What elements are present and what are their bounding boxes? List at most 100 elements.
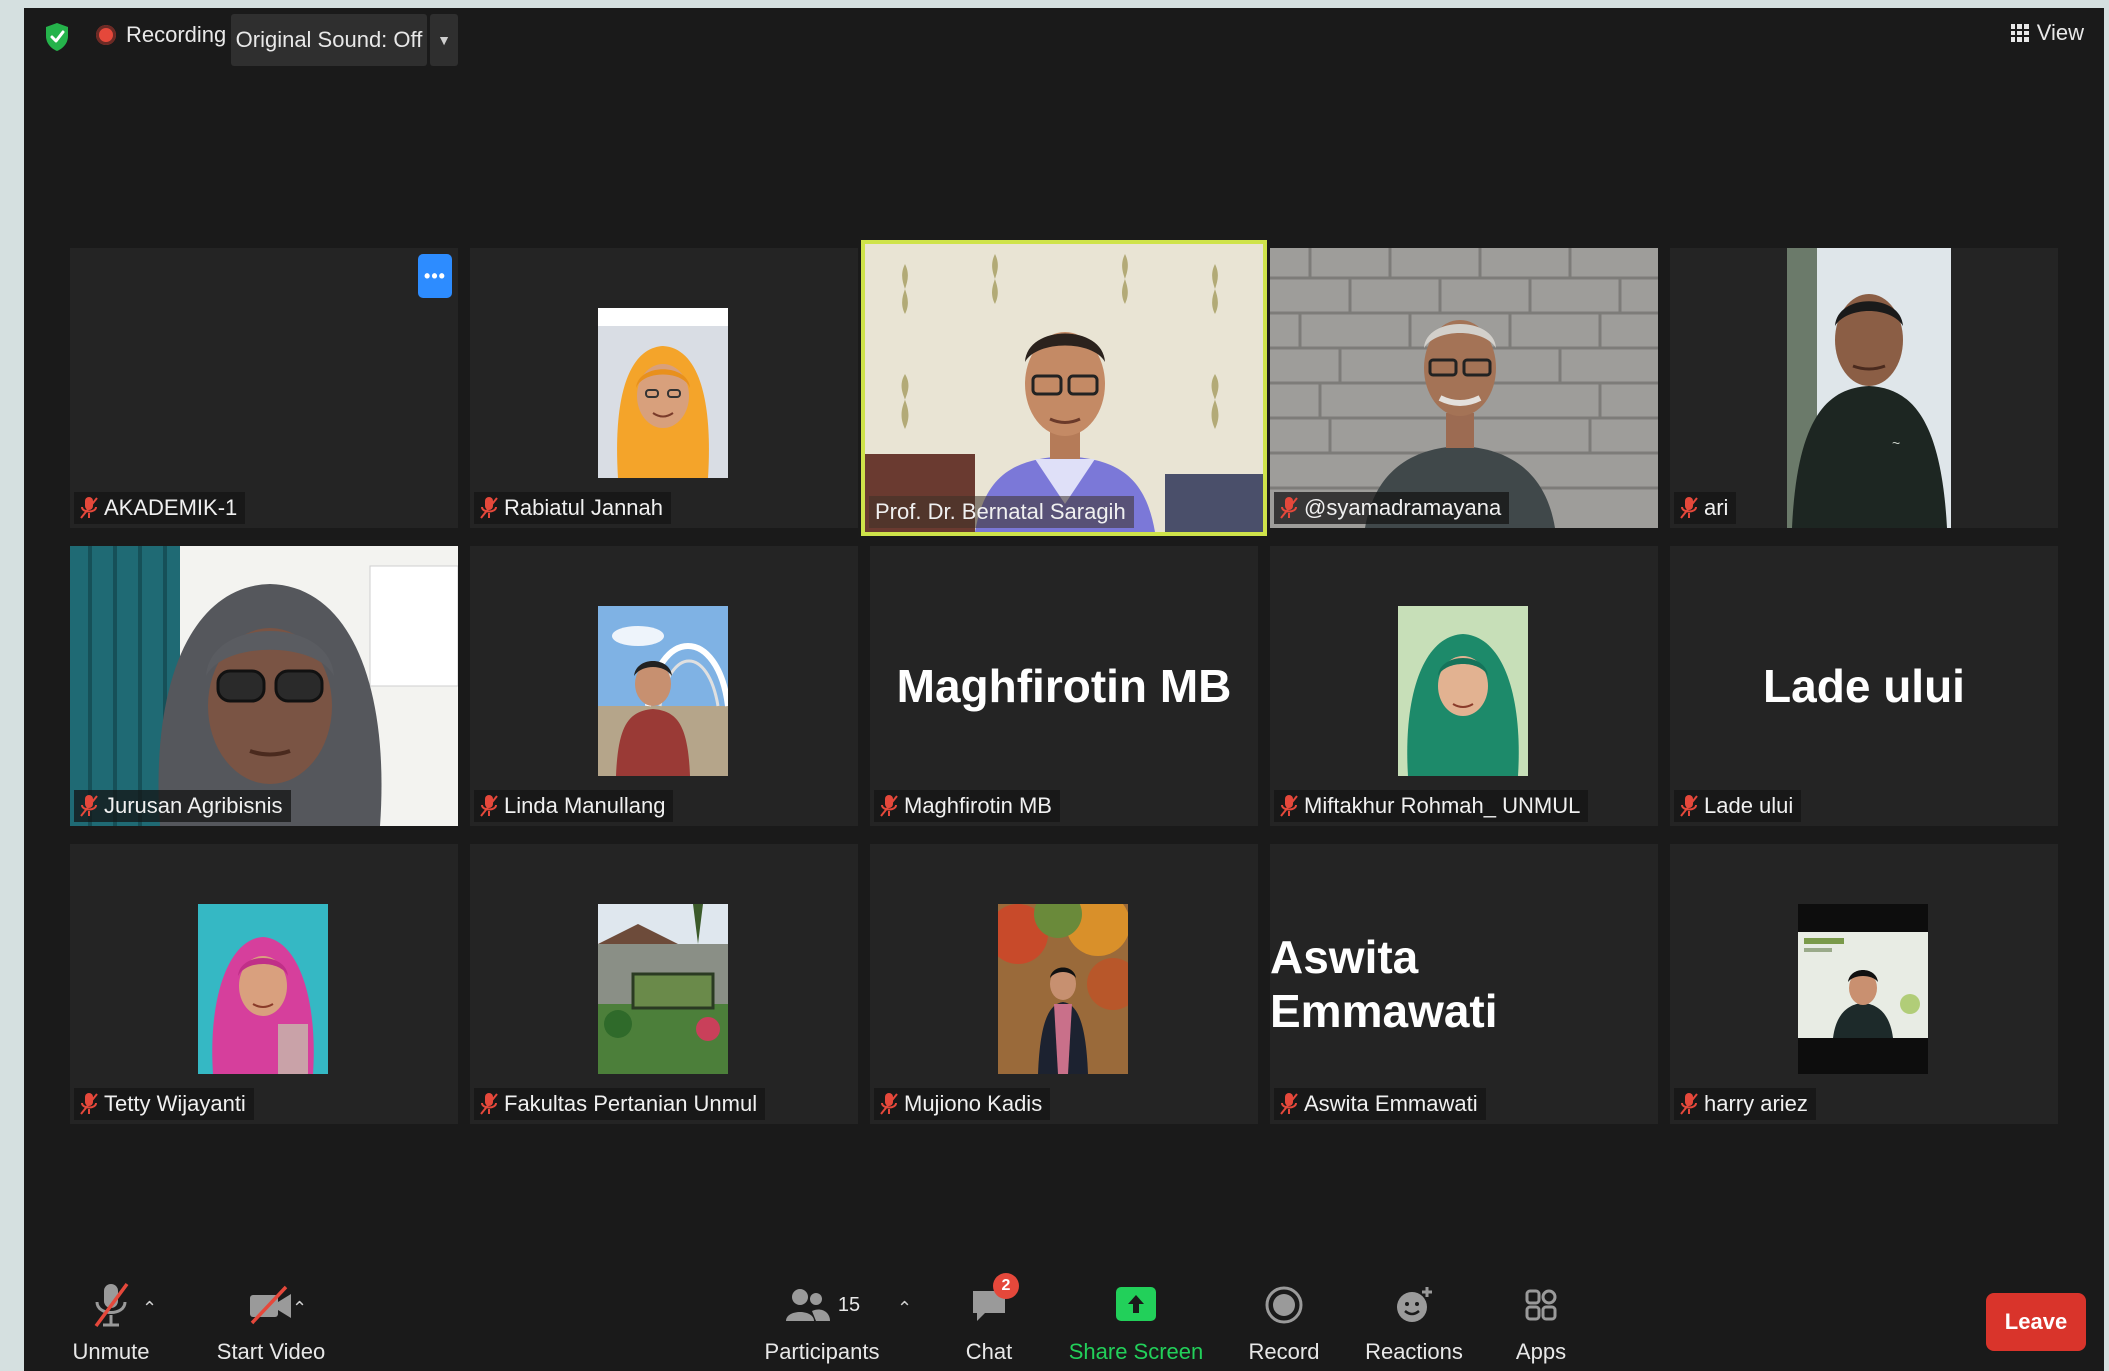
more-icon[interactable]: ••• [418, 254, 452, 298]
participant-name-label: Lade ului [1674, 790, 1802, 822]
participant-tile[interactable]: Tetty Wijayanti [70, 844, 458, 1124]
share-screen-label: Share Screen [1068, 1339, 1204, 1364]
apps-icon [1515, 1279, 1567, 1331]
shield-icon[interactable] [44, 22, 70, 52]
mic-muted-icon [80, 497, 98, 519]
participant-video [865, 244, 1263, 532]
mic-muted-icon [1680, 497, 1698, 519]
participant-tile[interactable]: Maghfirotin MB Maghfirotin MB [870, 546, 1258, 826]
participant-name-label: @syamadramayana [1274, 492, 1510, 524]
participant-name: Tetty Wijayanti [104, 1091, 246, 1116]
participant-name-label: Jurusan Agribisnis [74, 790, 291, 822]
view-button[interactable]: View [2010, 20, 2084, 46]
participant-video [70, 546, 458, 826]
participant-name-label: AKADEMIK-1 [74, 492, 246, 524]
top-bar: Recording Original Sound: Off ▼ View [24, 8, 2104, 70]
participant-tile[interactable]: ~ ari [1670, 248, 2058, 528]
apps-label: Apps [1515, 1339, 1567, 1364]
participant-name-label: Miftakhur Rohmah_ UNMUL [1274, 790, 1589, 822]
mic-muted-icon [1680, 795, 1698, 817]
mic-muted-icon [1280, 795, 1298, 817]
chat-badge: 2 [993, 1273, 1019, 1299]
participant-name: ari [1704, 495, 1729, 520]
reactions-icon [1388, 1279, 1440, 1331]
participants-icon: 15 [782, 1279, 862, 1331]
profile-photo [1798, 904, 1928, 1074]
participant-name-label: harry ariez [1674, 1088, 1816, 1120]
participant-tile[interactable]: @syamadramayana [1270, 248, 1658, 528]
participant-name: @syamadramayana [1304, 495, 1502, 520]
participant-name: Jurusan Agribisnis [104, 793, 283, 818]
participant-name: Mujiono Kadis [904, 1091, 1043, 1116]
participant-tile[interactable]: Jurusan Agribisnis [70, 546, 458, 826]
mic-muted-icon [80, 795, 98, 817]
mic-muted-icon [880, 1093, 898, 1115]
chat-button[interactable]: 2 Chat [944, 1266, 1034, 1371]
original-sound-button[interactable]: Original Sound: Off [231, 14, 427, 66]
participant-name-label: Aswita Emmawati [1274, 1088, 1486, 1120]
participant-tile[interactable]: ••• AKADEMIK-1 [70, 248, 458, 528]
reactions-label: Reactions [1365, 1339, 1463, 1364]
participants-count: 15 [837, 1293, 861, 1316]
participant-name: Miftakhur Rohmah_ UNMUL [1304, 793, 1581, 818]
profile-photo [598, 606, 728, 776]
meeting-toolbar: Unmute ⌃ Start Video ⌃ 15 Participants ⌃… [24, 1266, 2104, 1371]
mic-muted-icon [880, 795, 898, 817]
participant-display-name: Lade ului [1763, 660, 1965, 712]
chat-label: Chat [965, 1339, 1013, 1364]
participant-name-label: Prof. Dr. Bernatal Saragih [869, 496, 1134, 528]
chat-icon: 2 [963, 1273, 1019, 1331]
grid-view-icon [2010, 24, 2029, 42]
profile-photo [1398, 606, 1528, 776]
participant-tile-active-speaker[interactable]: Prof. Dr. Bernatal Saragih [861, 240, 1267, 536]
start-video-button[interactable]: Start Video [196, 1266, 346, 1371]
participant-name: Prof. Dr. Bernatal Saragih [875, 499, 1126, 524]
participant-name-label: Tetty Wijayanti [74, 1088, 254, 1120]
mic-muted-icon [480, 1093, 498, 1115]
profile-photo [598, 904, 728, 1074]
participant-tile[interactable]: Miftakhur Rohmah_ UNMUL [1270, 546, 1658, 826]
participant-name: harry ariez [1704, 1091, 1808, 1116]
zoom-meeting-window: Recording Original Sound: Off ▼ View •••… [24, 8, 2104, 1371]
leave-button[interactable]: Leave [1986, 1293, 2086, 1351]
apps-button[interactable]: Apps [1496, 1266, 1586, 1371]
participant-tile[interactable]: Aswita Emmawati Aswita Emmawati [1270, 844, 1658, 1124]
record-label: Record [1248, 1339, 1320, 1364]
participant-name: Lade ului [1704, 793, 1794, 818]
participant-name-label: Maghfirotin MB [874, 790, 1060, 822]
participant-display-name: Aswita Emmawati [1270, 931, 1498, 1037]
participant-tile[interactable]: Mujiono Kadis [870, 844, 1258, 1124]
participants-label: Participants [764, 1339, 880, 1364]
participant-name: Maghfirotin MB [904, 793, 1052, 818]
participant-tile[interactable]: Fakultas Pertanian Unmul [470, 844, 858, 1124]
unmute-label: Unmute [72, 1339, 150, 1364]
share-screen-button[interactable]: Share Screen [1066, 1266, 1206, 1371]
video-off-icon [245, 1279, 297, 1331]
recording-indicator[interactable]: Recording [96, 22, 226, 48]
participant-tile[interactable]: Linda Manullang [470, 546, 858, 826]
caret-down-icon[interactable]: ▼ [430, 14, 458, 66]
share-screen-icon [1110, 1279, 1162, 1331]
participant-name: Fakultas Pertanian Unmul [504, 1091, 758, 1116]
start-video-label: Start Video [216, 1339, 326, 1364]
participant-display-name: Maghfirotin MB [896, 660, 1232, 712]
mic-muted-icon [1680, 1093, 1698, 1115]
record-icon [1258, 1279, 1310, 1331]
caret-up-icon[interactable]: ⌃ [142, 1298, 157, 1319]
mic-muted-icon [480, 795, 498, 817]
mic-muted-icon [480, 497, 498, 519]
record-button[interactable]: Record [1234, 1266, 1334, 1371]
recording-label: Recording [126, 22, 227, 47]
participant-tile[interactable]: Rabiatul Jannah [470, 248, 858, 528]
reactions-button[interactable]: Reactions [1354, 1266, 1474, 1371]
mic-muted-icon [1280, 1093, 1298, 1115]
participant-tile[interactable]: Lade ului Lade ului [1670, 546, 2058, 826]
participant-video: ~ [1787, 248, 1951, 528]
participant-name-label: Mujiono Kadis [874, 1088, 1051, 1120]
caret-up-icon[interactable]: ⌃ [897, 1298, 912, 1319]
participants-button[interactable]: 15 Participants [752, 1266, 892, 1371]
participant-tile[interactable]: harry ariez [1670, 844, 2058, 1124]
caret-up-icon[interactable]: ⌃ [292, 1298, 307, 1319]
participant-name: Linda Manullang [504, 793, 666, 818]
mic-muted-icon [85, 1279, 137, 1331]
